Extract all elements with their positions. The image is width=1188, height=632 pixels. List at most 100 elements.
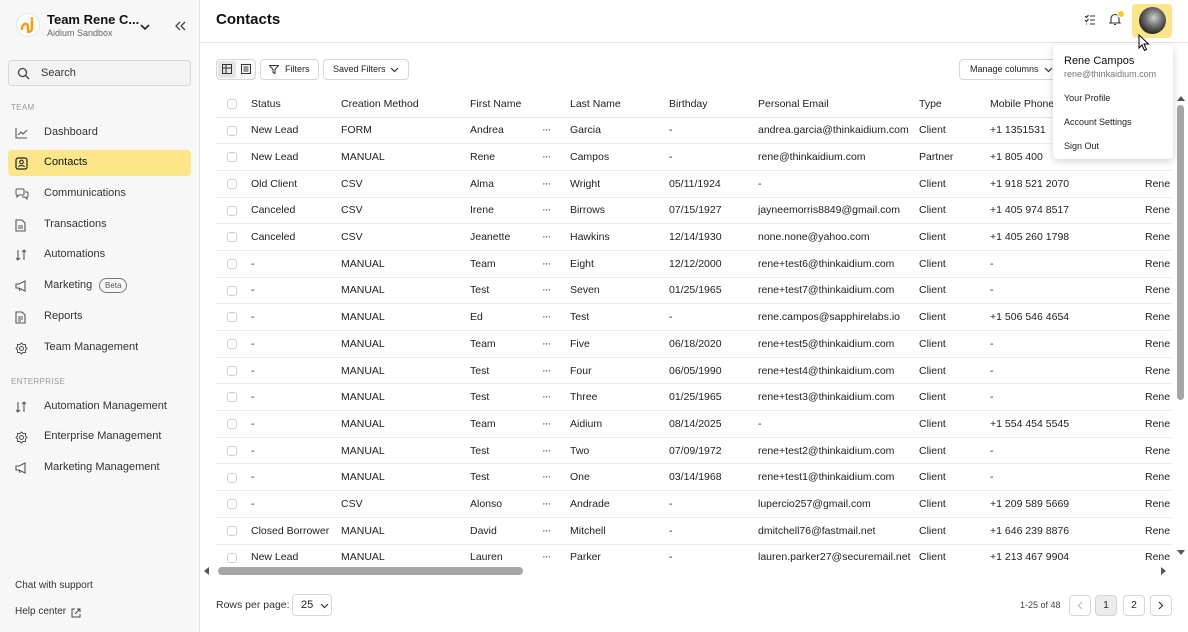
board-view-button[interactable]	[237, 61, 255, 78]
menu-item-account-settings[interactable]: Account Settings	[1064, 117, 1132, 127]
column-header-first-name[interactable]: First Name	[470, 91, 542, 118]
sidebar-item-enterprise-management[interactable]: Enterprise Management	[8, 424, 191, 450]
row-checkbox[interactable]	[227, 472, 237, 483]
row-checkbox[interactable]	[227, 499, 237, 510]
more-actions-icon[interactable]: ···	[542, 418, 551, 430]
column-header-personal-email[interactable]: Personal Email	[758, 91, 919, 118]
row-checkbox[interactable]	[227, 152, 237, 163]
next-page-button[interactable]	[1150, 595, 1172, 616]
rows-per-page-select[interactable]: 25	[292, 594, 332, 616]
table-row[interactable]: - CSV Alonso ··· Andrade - lupercio257@gmail.c…	[216, 490, 1173, 518]
chevron-down-icon[interactable]	[140, 18, 150, 36]
more-actions-icon[interactable]: ···	[542, 178, 551, 190]
more-actions-icon[interactable]: ···	[542, 391, 551, 403]
chat-with-support-link[interactable]: Chat with support	[15, 580, 93, 591]
sidebar-item-transactions[interactable]: Transactions	[8, 212, 191, 238]
table-row[interactable]: New Lead FORM Andrea ··· Garcia - andrea.garci…	[216, 117, 1173, 145]
select-all-checkbox[interactable]	[227, 98, 237, 109]
table-view-button[interactable]	[218, 61, 236, 78]
horizontal-scrollbar[interactable]	[203, 565, 1173, 577]
more-actions-icon[interactable]: ···	[542, 258, 551, 270]
row-checkbox[interactable]	[227, 445, 237, 456]
table-row[interactable]: - MANUAL Test ··· Four 06/05/1990 rene+test4@t…	[216, 357, 1173, 385]
scroll-up-icon[interactable]	[1177, 96, 1185, 101]
more-actions-icon[interactable]: ···	[542, 338, 551, 350]
prev-page-button[interactable]	[1069, 595, 1091, 616]
row-checkbox[interactable]	[227, 552, 237, 563]
task-list-icon[interactable]	[1084, 13, 1096, 31]
more-actions-icon[interactable]: ···	[542, 365, 551, 377]
table-row[interactable]: - MANUAL Test ··· Three 01/25/1965 rene+test3@…	[216, 383, 1173, 412]
filters-button[interactable]: Filters	[260, 59, 319, 80]
page-button-1[interactable]: 1	[1095, 595, 1117, 616]
table-row[interactable]: - MANUAL Test ··· Seven 01/25/1965 rene+test7@…	[216, 277, 1173, 305]
row-checkbox[interactable]	[227, 125, 237, 136]
row-checkbox[interactable]	[227, 178, 237, 189]
more-actions-icon[interactable]: ···	[542, 231, 551, 243]
column-header-status[interactable]: Status	[251, 91, 341, 118]
menu-item-your-profile[interactable]: Your Profile	[1064, 93, 1110, 103]
table-row[interactable]: Old Client CSV Alma ··· Wright 05/11/1924- Cli…	[216, 170, 1173, 198]
vertical-scrollbar[interactable]	[1175, 93, 1187, 563]
search-input[interactable]	[41, 65, 181, 81]
row-checkbox[interactable]	[227, 419, 237, 430]
scroll-down-icon[interactable]	[1177, 550, 1185, 555]
more-actions-icon[interactable]: ···	[542, 311, 551, 323]
table-row[interactable]: - MANUAL Test ··· One 03/14/1968 rene+test1@th…	[216, 463, 1173, 492]
sidebar-item-dashboard[interactable]: Dashboard	[8, 120, 191, 146]
column-header-creation-method[interactable]: Creation Method	[341, 91, 470, 118]
row-checkbox[interactable]	[227, 392, 237, 403]
scroll-right-icon[interactable]	[1161, 567, 1166, 575]
row-checkbox[interactable]	[227, 365, 237, 376]
sidebar-item-marketing[interactable]: Marketing Beta	[8, 273, 191, 299]
table-row[interactable]: - MANUAL Test ··· Two 07/09/1972 rene+test2@th…	[216, 437, 1173, 465]
team-switcher[interactable]: Team Rene C... Aidium Sandbox	[14, 10, 192, 42]
more-actions-icon[interactable]: ···	[542, 204, 551, 216]
row-checkbox[interactable]	[227, 285, 237, 296]
column-header-type[interactable]: Type	[919, 91, 990, 118]
table-row[interactable]: - MANUAL Team ··· Five 06/18/2020 rene+test5@t…	[216, 330, 1173, 358]
sidebar-item-team-management[interactable]: Team Management	[8, 335, 191, 361]
row-checkbox[interactable]	[227, 525, 237, 536]
more-actions-icon[interactable]: ···	[542, 445, 551, 457]
column-header-last-name[interactable]: Last Name	[570, 91, 669, 118]
table-row[interactable]: - MANUAL Team ··· Aidium 08/14/2025- Client +1 …	[216, 410, 1173, 438]
menu-item-sign-out[interactable]: Sign Out	[1064, 141, 1099, 151]
table-row[interactable]: New Lead MANUAL Rene ··· Campos - rene@thinkai…	[216, 143, 1173, 171]
more-actions-icon[interactable]: ···	[542, 498, 551, 510]
row-checkbox[interactable]	[227, 232, 237, 243]
help-center-link[interactable]: Help center	[15, 606, 66, 617]
scroll-left-icon[interactable]	[204, 567, 209, 575]
row-checkbox[interactable]	[227, 205, 237, 216]
page-button-2[interactable]: 2	[1123, 595, 1145, 616]
sidebar-item-marketing-management[interactable]: Marketing Management	[8, 455, 191, 481]
vertical-scroll-thumb[interactable]	[1177, 105, 1184, 400]
table-row[interactable]: Closed Borrower MANUAL David ··· Mitchell - dm…	[216, 517, 1173, 545]
more-actions-icon[interactable]: ···	[542, 525, 551, 537]
table-row[interactable]: - MANUAL Team ··· Eight 12/12/2000 rene+test6@…	[216, 250, 1173, 278]
sidebar-search[interactable]	[8, 60, 191, 86]
saved-filters-button[interactable]: Saved Filters	[323, 59, 409, 80]
horizontal-scroll-thumb[interactable]	[218, 567, 523, 575]
row-checkbox[interactable]	[227, 259, 237, 269]
collapse-sidebar-icon[interactable]	[174, 18, 186, 36]
sidebar-item-communications[interactable]: Communications	[8, 181, 191, 207]
row-checkbox[interactable]	[227, 312, 237, 323]
table-row[interactable]: Canceled CSV Irene ··· Birrows 07/15/1927 jayn…	[216, 197, 1173, 225]
table-row[interactable]: Canceled CSV Jeanette ··· Hawkins 12/14/1930 n…	[216, 223, 1173, 251]
sidebar-item-automation-management[interactable]: Automation Management	[8, 394, 191, 420]
table-row[interactable]: New Lead MANUAL Lauren ··· Parker - lauren.par…	[216, 544, 1173, 563]
row-checkbox[interactable]	[227, 339, 237, 350]
user-avatar-button[interactable]	[1132, 4, 1172, 38]
more-actions-icon[interactable]: ···	[542, 471, 551, 483]
sidebar-item-reports[interactable]: Reports	[8, 304, 191, 330]
more-actions-icon[interactable]: ···	[542, 151, 551, 163]
sidebar-item-contacts[interactable]: Contacts	[8, 150, 191, 176]
column-header-birthday[interactable]: Birthday	[669, 91, 758, 118]
more-actions-icon[interactable]: ···	[542, 124, 551, 136]
sidebar-item-automations[interactable]: Automations	[8, 242, 191, 268]
table-row[interactable]: - MANUAL Ed ··· Test - rene.campos@sapphirelab…	[216, 303, 1173, 331]
more-actions-icon[interactable]: ···	[542, 551, 551, 563]
manage-columns-button[interactable]: Manage columns	[959, 59, 1059, 80]
more-actions-icon[interactable]: ···	[542, 284, 551, 296]
